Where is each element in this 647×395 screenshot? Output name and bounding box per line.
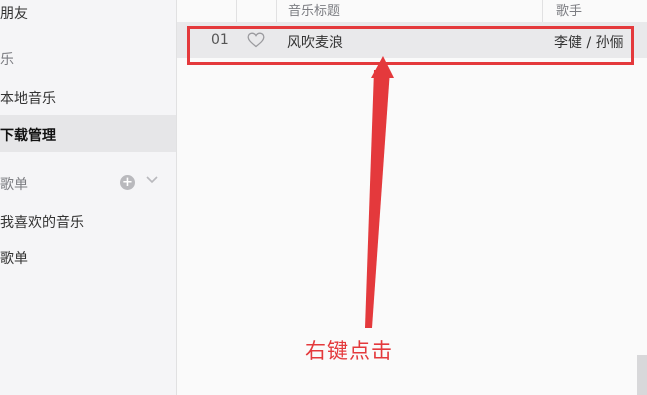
add-playlist-icon[interactable]: +	[120, 175, 135, 190]
header-title[interactable]: 音乐标题	[288, 0, 340, 19]
sidebar-item-local-music[interactable]: 本地音乐	[0, 88, 56, 108]
sidebar-item-friends[interactable]: 朋友	[0, 3, 28, 23]
header-artist[interactable]: 歌手	[556, 0, 582, 19]
sidebar-item-downloads[interactable]: 下载管理	[0, 125, 56, 145]
sidebar-item-liked-music[interactable]: 我喜欢的音乐	[0, 212, 84, 232]
sidebar-section-music: 乐	[0, 52, 14, 68]
header-divider	[542, 0, 543, 22]
annotation-text: 右键点击	[305, 339, 393, 363]
sidebar-section-playlists: 歌单	[0, 177, 28, 193]
sidebar: 朋友 乐 本地音乐 下载管理 歌单 + 我喜欢的音乐 歌单	[0, 0, 177, 395]
sidebar-item-playlist[interactable]: 歌单	[0, 248, 28, 268]
header-divider	[236, 0, 237, 22]
scrollbar[interactable]	[637, 355, 647, 395]
highlight-box	[187, 26, 634, 65]
header-divider	[276, 0, 277, 22]
column-header: 音乐标题 歌手	[177, 0, 647, 23]
chevron-down-icon[interactable]	[145, 173, 159, 187]
